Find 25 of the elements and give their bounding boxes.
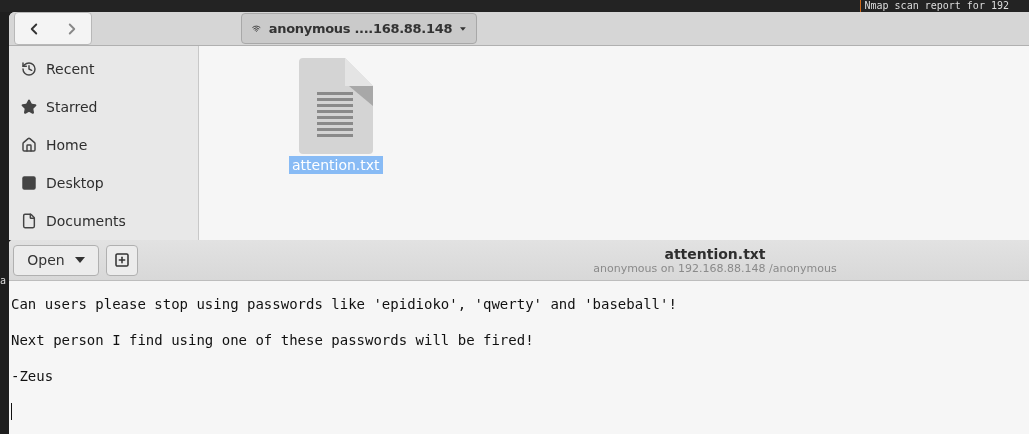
window-subtitle: anonymous on 192.168.88.148 /anonymous [593,261,837,275]
text-cursor [11,403,12,420]
document-icon [21,213,37,229]
open-button[interactable]: Open [13,244,99,276]
sidebar-item[interactable]: Recent [9,50,198,88]
text-file-icon [298,58,373,154]
history-icon [21,61,37,77]
new-document-button[interactable] [106,244,138,276]
sidebar-item[interactable]: Starred [9,88,198,126]
text-editor[interactable]: Can users please stop using passwords like 'epidioko', 'qwerty' and 'baseball'! Next person I find using one of these passwords will be fired! -Zeus [9,281,1029,434]
sidebar-item[interactable]: Desktop [9,164,198,202]
text-line: Next person I find using one of these passwords will be fired! [11,331,535,349]
plus-square-icon [114,252,130,268]
desktop-icon [21,175,37,191]
text-line: -Zeus [11,367,55,385]
sidebar-item[interactable]: Documents [9,202,198,240]
location-button[interactable]: anonymous ....168.88.148 [241,13,477,44]
terminal-text: a [0,275,8,286]
caret-icon [74,257,85,263]
caret-icon [460,25,466,32]
window-title: attention.txt [664,245,766,262]
text-line: Can users please stop using passwords like 'epidioko', 'qwerty' and 'baseball'! [11,295,678,313]
home-icon [21,137,37,153]
star-icon [21,99,37,115]
sidebar-item[interactable]: Home [9,126,198,164]
